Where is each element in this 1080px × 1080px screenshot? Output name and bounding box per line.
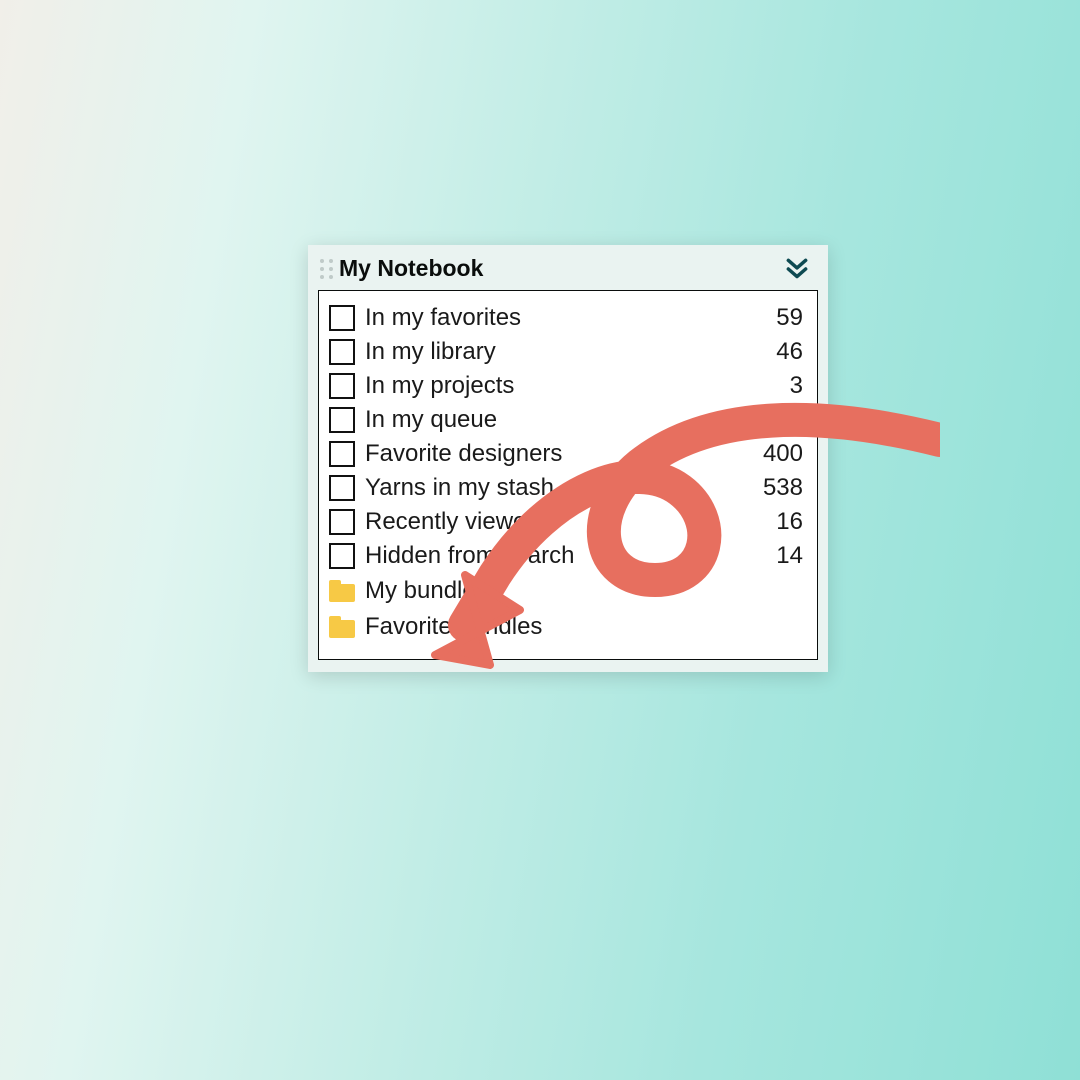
checkbox[interactable]: [329, 475, 355, 501]
filter-row-queue[interactable]: In my queue: [329, 403, 803, 437]
filter-label: Recently viewed: [365, 508, 743, 536]
folder-icon: [329, 616, 355, 638]
panel-header: My Notebook: [308, 245, 828, 290]
folder-row-favorite-bundles[interactable]: Favorite bundles: [329, 609, 803, 645]
filter-count: 59: [743, 304, 803, 332]
filter-label: In my favorites: [365, 304, 743, 332]
folder-label: Favorite bundles: [365, 613, 803, 641]
filter-count: 400: [743, 440, 803, 468]
filter-row-favorites[interactable]: In my favorites 59: [329, 301, 803, 335]
my-notebook-panel: My Notebook In my favorites 59 In my lib…: [308, 245, 828, 672]
filter-count: 16: [743, 508, 803, 536]
filter-row-recently-viewed[interactable]: Recently viewed 16: [329, 505, 803, 539]
filter-count: 46: [743, 338, 803, 366]
folder-label: My bundles: [365, 577, 803, 605]
checkbox[interactable]: [329, 509, 355, 535]
filter-row-projects[interactable]: In my projects 3: [329, 369, 803, 403]
filter-label: In my library: [365, 338, 743, 366]
filter-count: 14: [743, 542, 803, 570]
checkbox[interactable]: [329, 543, 355, 569]
filter-label: Hidden from search: [365, 542, 743, 570]
filter-row-hidden-from-search[interactable]: Hidden from search 14: [329, 539, 803, 573]
checkbox[interactable]: [329, 441, 355, 467]
checkbox[interactable]: [329, 373, 355, 399]
filter-label: In my projects: [365, 372, 743, 400]
filter-row-library[interactable]: In my library 46: [329, 335, 803, 369]
filter-label: Favorite designers: [365, 440, 743, 468]
filter-label: In my queue: [365, 406, 743, 434]
checkbox[interactable]: [329, 305, 355, 331]
panel-title: My Notebook: [339, 255, 483, 282]
filter-label: Yarns in my stash: [365, 474, 743, 502]
panel-body: In my favorites 59 In my library 46 In m…: [318, 290, 818, 660]
filter-row-yarns-stash[interactable]: Yarns in my stash 538: [329, 471, 803, 505]
drag-handle-icon[interactable]: [320, 259, 333, 279]
filter-row-favorite-designers[interactable]: Favorite designers 400: [329, 437, 803, 471]
filter-count: 3: [743, 372, 803, 400]
header-left: My Notebook: [320, 255, 483, 282]
filter-count: 538: [743, 474, 803, 502]
collapse-chevron-icon[interactable]: [784, 256, 810, 282]
checkbox[interactable]: [329, 339, 355, 365]
folder-icon: [329, 580, 355, 602]
checkbox[interactable]: [329, 407, 355, 433]
background: My Notebook In my favorites 59 In my lib…: [0, 0, 1080, 1080]
folder-row-my-bundles[interactable]: My bundles: [329, 573, 803, 609]
